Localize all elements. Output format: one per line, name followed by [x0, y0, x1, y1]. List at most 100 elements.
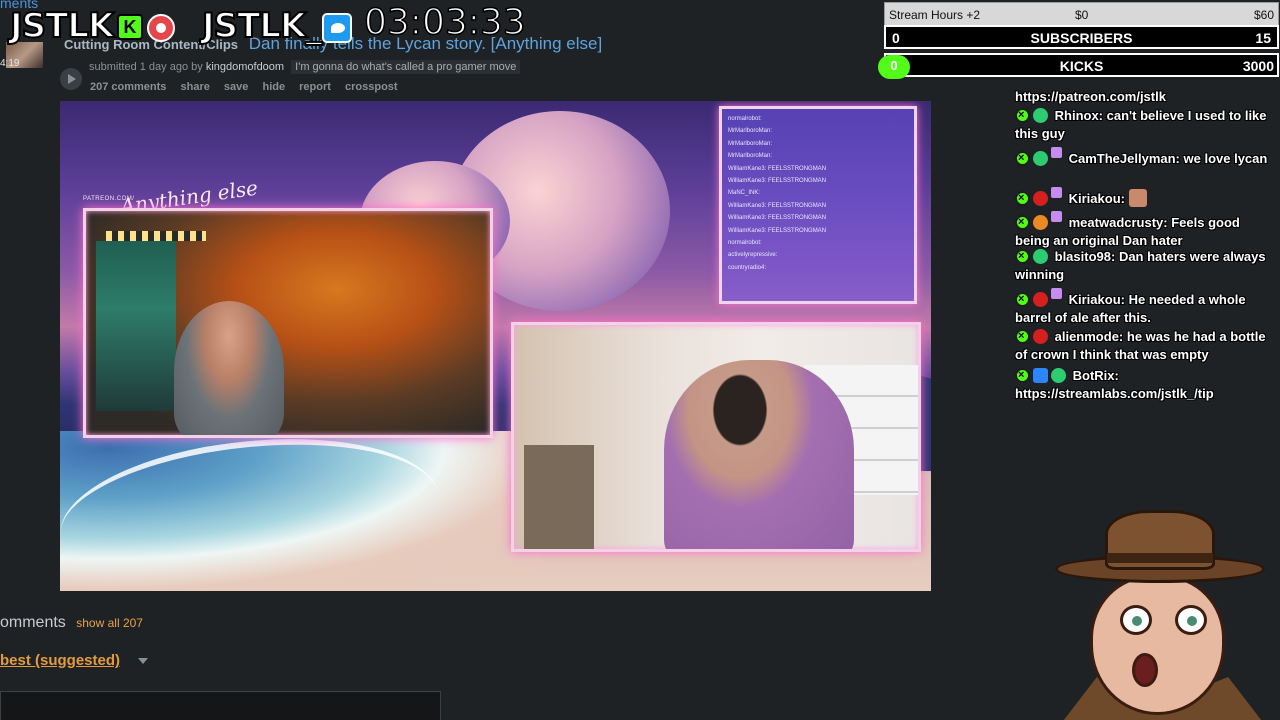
jstlk-twitter-logo: JSTLK_	[201, 5, 323, 47]
tagline-prefix: submitted 1 day ago by	[89, 61, 203, 73]
moderator-badge-icon	[1015, 213, 1030, 231]
embedded-chat-line: WilliamKane3: FEELSSTRONGMAN	[728, 215, 827, 222]
stream-hours-goal: Stream Hours +2 $0 $60	[884, 2, 1279, 26]
sub-badge-icon	[1033, 249, 1048, 264]
chat-message: Kiriakou: He needed a whole barrel of al…	[1015, 288, 1277, 327]
share-link[interactable]: share	[181, 81, 210, 93]
emote-icon	[1128, 189, 1147, 207]
post-tagline: submitted 1 day ago by kingdomofdoom I'm…	[89, 60, 521, 74]
detective-mascot	[1050, 505, 1275, 720]
moderator-badge-icon	[1015, 247, 1030, 265]
twitter-bird-icon	[322, 13, 352, 43]
chair	[524, 445, 594, 549]
hat-band	[1107, 553, 1213, 563]
webcam-right	[511, 322, 921, 552]
hide-link[interactable]: hide	[262, 81, 285, 93]
chat-text: https://patreon.com/jstlk	[1015, 89, 1166, 104]
moderator-badge-icon	[1015, 327, 1030, 345]
verified-badge-icon	[1051, 368, 1066, 383]
mascot-mouth	[1132, 653, 1158, 687]
chat-username[interactable]: Rhinox:	[1055, 108, 1103, 123]
chat-username[interactable]: CamTheJellyman:	[1069, 151, 1180, 166]
shelf	[96, 241, 176, 411]
embedded-chat-line: countryradio4:	[728, 264, 767, 271]
moderator-badge-icon	[1015, 149, 1030, 167]
chat-username[interactable]: blasito98:	[1055, 249, 1116, 264]
chevron-down-icon[interactable]	[138, 658, 148, 664]
sort-dropdown[interactable]: best (suggested)	[0, 652, 120, 669]
post-author[interactable]: kingdomofdoom	[206, 61, 284, 73]
chat-message: Kiriakou:	[1015, 187, 1277, 208]
subscribers-label: SUBSCRIBERS	[1030, 30, 1133, 46]
chat-text: https://streamlabs.com/jstlk_/tip	[1015, 386, 1214, 401]
embedded-chat-overlay: normalrobot: MrMarlboroMan: MrMarlboroMa…	[719, 106, 917, 304]
sub-badge-icon	[1033, 329, 1048, 344]
play-expando-button[interactable]	[60, 68, 82, 90]
mascot-eye-right	[1175, 605, 1207, 635]
embedded-chat-line: MrMarlboroMan:	[728, 153, 773, 160]
comments-link[interactable]: 207 comments	[90, 81, 166, 93]
crosspost-link[interactable]: crosspost	[345, 81, 398, 93]
chat-message: https://patreon.com/jstlk	[1015, 88, 1277, 106]
chat-message: meatwadcrusty: Feels good being an origi…	[1015, 211, 1277, 250]
chat-text: he was he had a bottle of crown I think …	[1015, 329, 1266, 362]
post-media-image[interactable]: PATREON.COM/ Anything else normalrobot: …	[60, 101, 931, 591]
chat-message: CamTheJellyman: we love lycan	[1015, 147, 1277, 168]
moderator-badge-icon	[1015, 189, 1030, 207]
embedded-chat-line: MrMarlboroMan:	[728, 128, 773, 135]
embedded-chat-line: normalrobot:	[728, 116, 762, 122]
stream-hours-label: Stream Hours +2	[889, 8, 981, 22]
show-all-comments-link[interactable]: show all 207	[76, 616, 143, 630]
sub-badge-icon	[1033, 292, 1048, 307]
kick-icon: K	[117, 14, 143, 40]
fedora-hat-icon	[1055, 505, 1265, 585]
user-flair: I'm gonna do what's called a pro gamer m…	[291, 60, 521, 74]
string-lights	[106, 231, 206, 241]
chat-text: He needed a whole barrel of ale after th…	[1015, 292, 1246, 325]
subscribers-goal: 0 SUBSCRIBERS 15	[884, 25, 1279, 49]
avatar-time: 4:19	[0, 58, 20, 69]
moderator-badge-icon	[1015, 290, 1030, 308]
kicks-target: 3000	[1242, 58, 1274, 74]
embedded-chat-line: WilliamKane3: FEELSSTRONGMAN	[728, 202, 827, 209]
chat-username[interactable]: meatwadcrusty:	[1069, 215, 1168, 230]
gift-badge-icon	[1051, 288, 1062, 299]
live-chat: https://patreon.com/jstlk Rhinox: can't …	[1013, 75, 1280, 405]
chat-username[interactable]: Kiriakou:	[1069, 191, 1125, 206]
sub-badge-icon	[1033, 108, 1048, 123]
bot-badge-icon	[1033, 368, 1048, 383]
sub-badge-icon	[1033, 151, 1048, 166]
moderator-badge-icon	[1015, 106, 1030, 124]
post-actions: 207 comments share save hide report cros…	[90, 81, 409, 93]
jstlk-logo: JSTLK	[9, 5, 115, 47]
chat-username[interactable]: Kiriakou:	[1069, 292, 1125, 307]
chat-message: alienmode: he was he had a bottle of cro…	[1015, 327, 1277, 364]
embedded-chat-line: WilliamKane3: FEELSSTRONGMAN	[728, 227, 827, 234]
chat-text: can't believe I used to like this guy	[1015, 108, 1267, 141]
mascot-face	[1090, 575, 1225, 715]
stream-uptime-timer: 03:03:33	[363, 1, 526, 44]
embedded-chat-line: MrMarlboroMan:	[728, 140, 773, 147]
kicks-goal: 0 KICKS 3000	[878, 53, 1279, 79]
chat-username[interactable]: alienmode:	[1055, 329, 1124, 344]
stream-hours-target: $60	[1253, 8, 1274, 22]
comments-title: omments	[0, 614, 66, 631]
kicks-label: KICKS	[1059, 58, 1104, 74]
streamer-right	[664, 360, 854, 549]
gift-badge-icon	[1051, 211, 1062, 222]
chat-message: Rhinox: can't believe I used to like thi…	[1015, 106, 1277, 143]
record-icon	[147, 14, 175, 42]
subscribers-target: 15	[1255, 30, 1271, 46]
chat-username[interactable]: BotRix:	[1073, 368, 1119, 383]
sub-badge-icon	[1033, 191, 1048, 206]
screen: ments 4:19 Cutting Room Content/Clips Da…	[0, 0, 1280, 720]
report-link[interactable]: report	[299, 81, 331, 93]
chat-text: we love lycan	[1183, 151, 1268, 166]
webcam-left	[83, 208, 493, 438]
comment-textarea[interactable]	[0, 691, 441, 720]
stream-hours-current: $0	[1075, 8, 1089, 22]
gift-badge-icon	[1051, 147, 1062, 158]
embedded-chat-line: normalrobot:	[728, 240, 762, 247]
save-link[interactable]: save	[224, 81, 248, 93]
gift-badge-icon	[1051, 187, 1062, 198]
